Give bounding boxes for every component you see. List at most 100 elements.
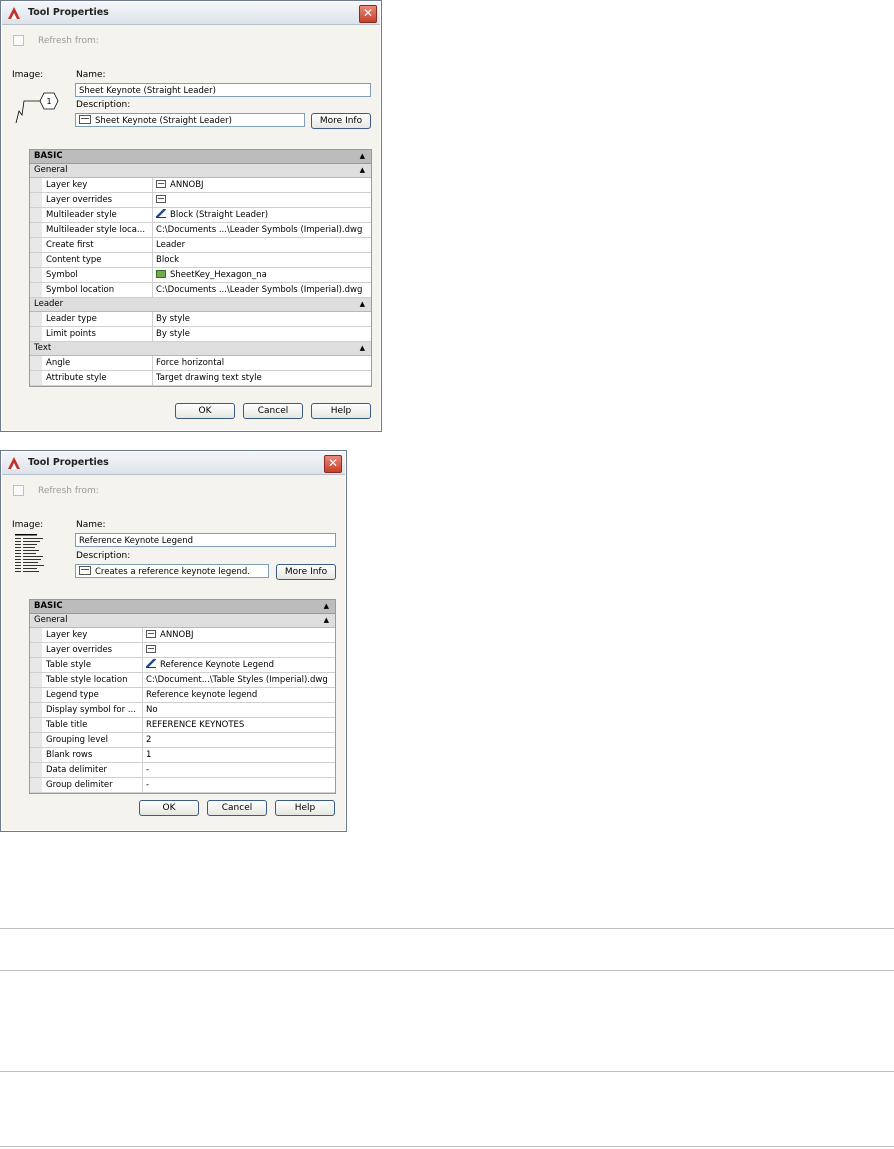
property-row[interactable]: Symbol SheetKey_Hexagon_na: [30, 268, 371, 283]
section-leader-label: Leader: [34, 299, 64, 309]
name-field[interactable]: Sheet Keynote (Straight Leader): [75, 83, 371, 97]
property-value-text: Block (Straight Leader): [170, 210, 269, 220]
property-row[interactable]: Leader type By style: [30, 312, 371, 327]
property-row[interactable]: Table style location C:\Document...\Table…: [30, 673, 335, 688]
title-bar[interactable]: Tool Properties ✕: [2, 2, 380, 25]
help-button[interactable]: Help: [275, 800, 335, 816]
property-value[interactable]: C:\Documents ...\Leader Symbols (Imperia…: [153, 283, 371, 297]
refresh-from-option[interactable]: Refresh from:: [13, 485, 99, 496]
property-row[interactable]: Content type Block: [30, 253, 371, 268]
property-row[interactable]: Display symbol for ... No: [30, 703, 335, 718]
property-value-text: SheetKey_Hexagon_na: [170, 270, 267, 280]
property-row[interactable]: Table style Reference Keynote Legend: [30, 658, 335, 673]
property-row[interactable]: Attribute style Target drawing text style: [30, 371, 371, 386]
collapse-icon[interactable]: ▲: [360, 164, 365, 177]
collapse-icon[interactable]: ▲: [324, 614, 329, 627]
property-value[interactable]: Force horizontal: [153, 356, 371, 370]
cancel-button[interactable]: Cancel: [207, 800, 267, 816]
title-bar[interactable]: Tool Properties ✕: [2, 452, 345, 475]
property-value[interactable]: SheetKey_Hexagon_na: [153, 268, 371, 282]
property-value[interactable]: Leader: [153, 238, 371, 252]
property-row[interactable]: Blank rows 1: [30, 748, 335, 763]
property-value[interactable]: ANNOBJ: [143, 628, 335, 642]
property-value[interactable]: [143, 643, 335, 657]
property-name: Legend type: [42, 688, 143, 702]
property-value[interactable]: By style: [153, 312, 371, 326]
description-field[interactable]: Sheet Keynote (Straight Leader): [75, 113, 305, 127]
ok-button[interactable]: OK: [175, 403, 235, 419]
divider-line: [0, 1071, 894, 1072]
section-general[interactable]: General ▲: [30, 164, 371, 178]
property-value[interactable]: C:\Documents ...\Leader Symbols (Imperia…: [153, 223, 371, 237]
property-row[interactable]: Legend type Reference keynote legend: [30, 688, 335, 703]
property-row[interactable]: Layer overrides: [30, 193, 371, 208]
property-value[interactable]: No: [143, 703, 335, 717]
section-leader[interactable]: Leader ▲: [30, 298, 371, 312]
property-row[interactable]: Symbol location C:\Documents ...\Leader S…: [30, 283, 371, 298]
property-value[interactable]: -: [143, 778, 335, 792]
property-value[interactable]: Block (Straight Leader): [153, 208, 371, 222]
name-label: Name:: [76, 70, 106, 80]
property-value[interactable]: 1: [143, 748, 335, 762]
close-button[interactable]: ✕: [359, 5, 377, 23]
refresh-checkbox[interactable]: [13, 35, 24, 46]
keynote-number: 1: [46, 97, 51, 106]
section-general-label: General: [34, 615, 68, 625]
description-field[interactable]: Creates a reference keynote legend.: [75, 564, 269, 578]
property-row[interactable]: Data delimiter -: [30, 763, 335, 778]
property-value[interactable]: 2: [143, 733, 335, 747]
property-row[interactable]: Angle Force horizontal: [30, 356, 371, 371]
row-gutter: [30, 253, 42, 267]
property-row[interactable]: Group delimiter -: [30, 778, 335, 793]
row-gutter: [30, 283, 42, 297]
section-general[interactable]: General ▲: [30, 614, 335, 628]
property-name: Blank rows: [42, 748, 143, 762]
leader-rows: Leader type By style Limit points By style: [30, 312, 371, 342]
property-row[interactable]: Layer key ANNOBJ: [30, 178, 371, 193]
refresh-checkbox[interactable]: [13, 485, 24, 496]
property-row[interactable]: Layer key ANNOBJ: [30, 628, 335, 643]
property-value[interactable]: REFERENCE KEYNOTES: [143, 718, 335, 732]
property-row[interactable]: Multileader style loca... C:\Documents ..…: [30, 223, 371, 238]
collapse-icon[interactable]: ▲: [360, 298, 365, 311]
collapse-icon[interactable]: ▲: [324, 600, 329, 613]
category-basic[interactable]: BASIC ▲: [30, 600, 335, 614]
property-value[interactable]: -: [143, 763, 335, 777]
property-value[interactable]: Reference Keynote Legend: [143, 658, 335, 672]
property-value[interactable]: By style: [153, 327, 371, 341]
section-text[interactable]: Text ▲: [30, 342, 371, 356]
layer-icon: [146, 644, 156, 653]
ok-button[interactable]: OK: [139, 800, 199, 816]
property-row[interactable]: Table title REFERENCE KEYNOTES: [30, 718, 335, 733]
property-value[interactable]: ANNOBJ: [153, 178, 371, 192]
property-value[interactable]: C:\Document...\Table Styles (Imperial).d…: [143, 673, 335, 687]
property-value-text: REFERENCE KEYNOTES: [146, 720, 245, 730]
property-row[interactable]: Create first Leader: [30, 238, 371, 253]
refresh-from-option[interactable]: Refresh from:: [13, 35, 99, 46]
property-name: Limit points: [42, 327, 153, 341]
more-info-button[interactable]: More Info: [276, 564, 336, 580]
collapse-icon[interactable]: ▲: [360, 150, 365, 163]
cancel-button[interactable]: Cancel: [243, 403, 303, 419]
category-basic[interactable]: BASIC ▲: [30, 150, 371, 164]
legend-preview-image[interactable]: [13, 533, 63, 583]
property-row[interactable]: Grouping level 2: [30, 733, 335, 748]
property-row[interactable]: Multileader style Block (Straight Leader): [30, 208, 371, 223]
name-label: Name:: [76, 520, 106, 530]
property-value[interactable]: [153, 193, 371, 207]
close-button[interactable]: ✕: [324, 455, 342, 473]
property-row[interactable]: Layer overrides: [30, 643, 335, 658]
refresh-label: Refresh from:: [38, 36, 99, 46]
more-info-button[interactable]: More Info: [311, 113, 371, 129]
name-field[interactable]: Reference Keynote Legend: [75, 533, 336, 547]
property-value[interactable]: Target drawing text style: [153, 371, 371, 385]
help-button[interactable]: Help: [311, 403, 371, 419]
property-value[interactable]: Reference keynote legend: [143, 688, 335, 702]
collapse-icon[interactable]: ▲: [360, 342, 365, 355]
properties-grid: BASIC ▲ General ▲ Layer key ANNOBJ Layer o…: [29, 149, 372, 387]
property-value[interactable]: Block: [153, 253, 371, 267]
row-gutter: [30, 718, 42, 732]
property-value-text: -: [146, 780, 150, 790]
property-row[interactable]: Limit points By style: [30, 327, 371, 342]
keynote-preview-image[interactable]: 1: [13, 87, 71, 129]
